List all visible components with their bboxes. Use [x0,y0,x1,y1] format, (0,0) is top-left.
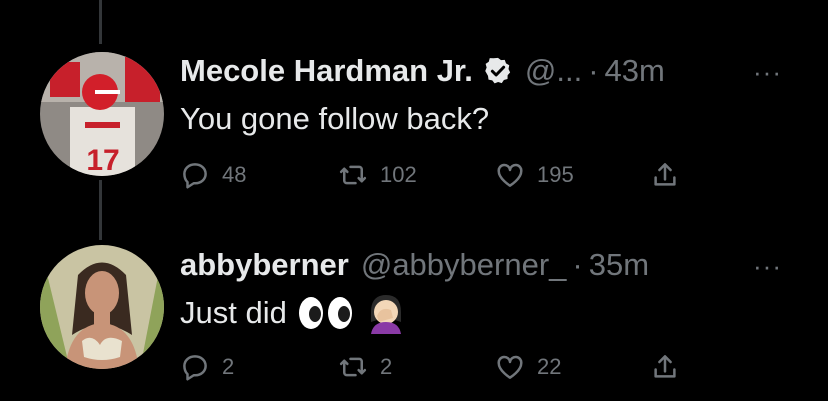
profile-photo [40,245,164,369]
author-name[interactable]: abbyberner [180,246,349,284]
share-button[interactable] [650,352,680,382]
more-options-icon[interactable]: ··· [753,253,782,279]
author-handle[interactable]: @abbyberner_ [361,246,567,284]
tweet-text: Just did [180,292,407,334]
eyes-emoji [297,296,355,330]
like-button[interactable]: 22 [495,352,561,382]
tweet-text-body: Just did [180,295,287,330]
retweet-icon [339,357,367,377]
separator-dot: · [572,247,583,282]
heart-icon [497,355,523,379]
retweet-count: 2 [380,354,393,379]
retweet-button[interactable]: 2 [338,352,392,382]
avatar-abbyberner[interactable] [40,245,164,369]
facepalm-emoji [365,292,407,334]
tweet-timestamp[interactable]: 35m [589,246,649,284]
reply-button[interactable]: 2 [180,352,234,382]
tweet-header: abbyberner @abbyberner_ · 35m [180,246,649,284]
like-count: 22 [537,354,562,379]
tweet-2[interactable]: abbyberner @abbyberner_ · 35m ··· Just d… [0,0,828,401]
reply-count: 2 [222,354,235,379]
reply-icon [183,355,207,381]
tweet-actions: 2 2 22 [180,352,700,392]
share-icon [654,355,676,378]
